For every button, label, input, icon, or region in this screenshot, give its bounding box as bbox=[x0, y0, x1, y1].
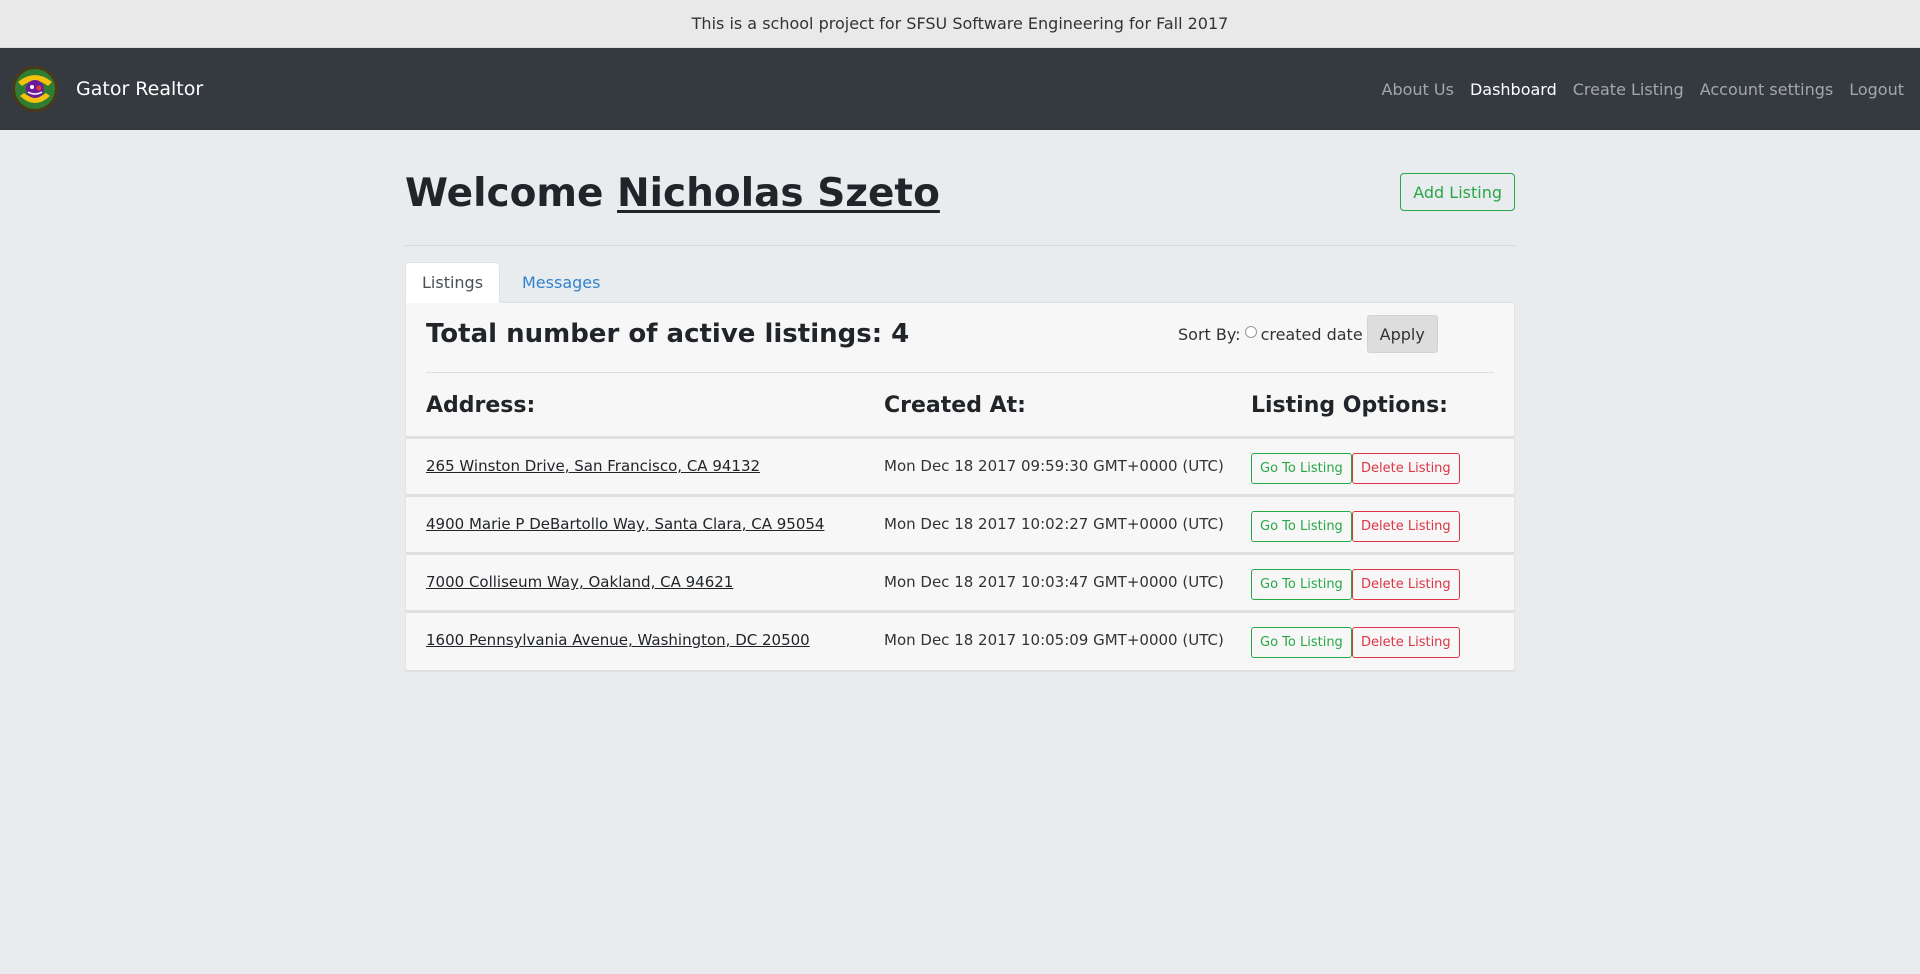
listing-address-link[interactable]: 265 Winston Drive, San Francisco, CA 941… bbox=[426, 457, 760, 475]
listing-address-link[interactable]: 7000 Colliseum Way, Oakland, CA 94621 bbox=[426, 573, 733, 591]
user-name-link[interactable]: Nicholas Szeto bbox=[617, 171, 940, 216]
table-row: 4900 Marie P DeBartollo Way, Santa Clara… bbox=[406, 497, 1514, 555]
listing-created-at: Mon Dec 18 2017 09:59:30 GMT+0000 (UTC) bbox=[884, 457, 1224, 475]
brand-name: Gator Realtor bbox=[76, 78, 204, 100]
header-listing-options: Listing Options: bbox=[1251, 393, 1448, 418]
delete-listing-button[interactable]: Delete Listing bbox=[1352, 569, 1460, 600]
banner-text: This is a school project for SFSU Softwa… bbox=[691, 14, 1229, 33]
page-title: Welcome Nicholas Szeto bbox=[405, 174, 940, 213]
dashboard-main: Welcome Nicholas Szeto Add Listing Listi… bbox=[405, 130, 1515, 672]
sort-label: Sort By: bbox=[1178, 324, 1241, 344]
delete-listing-button[interactable]: Delete Listing bbox=[1352, 453, 1460, 484]
nav-links: About Us Dashboard Create Listing Accoun… bbox=[1374, 80, 1913, 99]
delete-listing-button[interactable]: Delete Listing bbox=[1352, 627, 1460, 658]
header-created-at: Created At: bbox=[884, 393, 1026, 418]
listings-header: Total number of active listings: 4 Sort … bbox=[426, 303, 1494, 373]
nav-logout[interactable]: Logout bbox=[1849, 80, 1904, 99]
go-to-listing-button[interactable]: Go To Listing bbox=[1251, 569, 1352, 600]
table-row: 265 Winston Drive, San Francisco, CA 941… bbox=[406, 439, 1514, 497]
sort-controls: Sort By: created date Apply bbox=[1178, 315, 1438, 353]
project-banner: This is a school project for SFSU Softwa… bbox=[0, 0, 1920, 48]
tab-messages[interactable]: Messages bbox=[506, 262, 616, 303]
listing-created-at: Mon Dec 18 2017 10:02:27 GMT+0000 (UTC) bbox=[884, 515, 1224, 533]
tab-listings[interactable]: Listings bbox=[405, 262, 501, 303]
go-to-listing-button[interactable]: Go To Listing bbox=[1251, 627, 1352, 658]
apply-sort-button[interactable]: Apply bbox=[1366, 315, 1438, 353]
listings-table-header: Address: Created At: Listing Options: bbox=[406, 373, 1514, 439]
header-address: Address: bbox=[426, 393, 536, 418]
listing-created-at: Mon Dec 18 2017 10:05:09 GMT+0000 (UTC) bbox=[884, 631, 1224, 649]
go-to-listing-button[interactable]: Go To Listing bbox=[1251, 511, 1352, 542]
nav-create-listing[interactable]: Create Listing bbox=[1573, 80, 1684, 99]
sort-option-label: created date bbox=[1260, 324, 1363, 344]
total-listings: Total number of active listings: 4 bbox=[426, 319, 910, 349]
welcome-prefix: Welcome bbox=[405, 171, 604, 216]
add-listing-button[interactable]: Add Listing bbox=[1400, 173, 1515, 211]
sort-created-date-radio[interactable] bbox=[1244, 326, 1257, 338]
listing-address-link[interactable]: 1600 Pennsylvania Avenue, Washington, DC… bbox=[426, 631, 810, 649]
nav-account-settings[interactable]: Account settings bbox=[1700, 80, 1834, 99]
listing-address-link[interactable]: 4900 Marie P DeBartollo Way, Santa Clara… bbox=[426, 515, 824, 533]
table-row: 1600 Pennsylvania Avenue, Washington, DC… bbox=[406, 613, 1514, 671]
listings-panel: Total number of active listings: 4 Sort … bbox=[405, 303, 1515, 672]
go-to-listing-button[interactable]: Go To Listing bbox=[1251, 453, 1352, 484]
top-navbar: Gator Realtor About Us Dashboard Create … bbox=[0, 48, 1920, 130]
dashboard-tabs: Listings Messages bbox=[405, 262, 1515, 303]
welcome-header: Welcome Nicholas Szeto Add Listing bbox=[405, 130, 1515, 246]
listing-created-at: Mon Dec 18 2017 10:03:47 GMT+0000 (UTC) bbox=[884, 573, 1224, 591]
table-row: 7000 Colliseum Way, Oakland, CA 94621 Mo… bbox=[406, 555, 1514, 613]
nav-about-us[interactable]: About Us bbox=[1382, 80, 1454, 99]
nav-dashboard[interactable]: Dashboard bbox=[1470, 80, 1557, 99]
delete-listing-button[interactable]: Delete Listing bbox=[1352, 511, 1460, 542]
brand-link[interactable]: Gator Realtor bbox=[10, 64, 203, 114]
gator-logo-icon bbox=[12, 66, 58, 112]
